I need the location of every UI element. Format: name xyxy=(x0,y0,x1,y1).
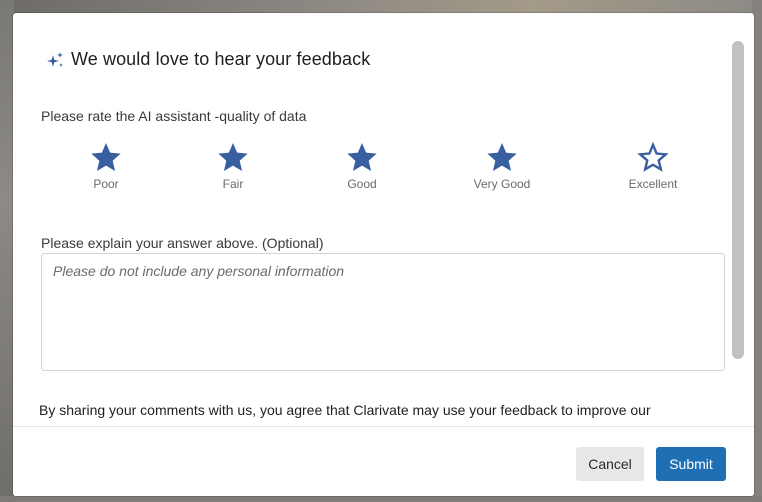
submit-button[interactable]: Submit xyxy=(656,447,726,481)
rating-label: Please rate the AI assistant -quality of… xyxy=(41,108,307,124)
star-option-excellent[interactable]: Excellent xyxy=(603,141,703,191)
cancel-button[interactable]: Cancel xyxy=(576,447,644,481)
star-filled-icon xyxy=(216,141,250,173)
backdrop-left xyxy=(0,0,14,502)
scrollbar[interactable] xyxy=(732,41,744,359)
backdrop-bottom xyxy=(0,496,762,502)
consent-text: By sharing your comments with us, you ag… xyxy=(39,402,651,418)
dialog-body: We would love to hear your feedback Plea… xyxy=(13,13,754,426)
star-label: Very Good xyxy=(473,177,531,191)
star-filled-icon xyxy=(485,141,519,173)
backdrop-top xyxy=(0,0,762,14)
dialog-footer: Cancel Submit xyxy=(13,426,754,496)
scrollbar-thumb[interactable] xyxy=(732,41,744,359)
star-label: Poor xyxy=(93,177,119,191)
star-option-good[interactable]: Good xyxy=(312,141,412,191)
star-filled-icon xyxy=(89,141,123,173)
star-outline-icon xyxy=(636,141,670,173)
explain-label: Please explain your answer above. (Optio… xyxy=(41,235,324,251)
star-option-very-good[interactable]: Very Good xyxy=(452,141,552,191)
star-filled-icon xyxy=(345,141,379,173)
star-option-poor[interactable]: Poor xyxy=(56,141,156,191)
feedback-textarea[interactable] xyxy=(41,253,725,371)
star-label: Fair xyxy=(222,177,244,191)
star-option-fair[interactable]: Fair xyxy=(183,141,283,191)
dialog-title: We would love to hear your feedback xyxy=(45,49,370,70)
star-label: Good xyxy=(347,177,377,191)
feedback-dialog: We would love to hear your feedback Plea… xyxy=(13,13,754,496)
star-rating: Poor Fair Good Very Good Excellent xyxy=(41,141,721,201)
sparkle-icon xyxy=(45,50,65,70)
star-label: Excellent xyxy=(628,177,678,191)
dialog-title-text: We would love to hear your feedback xyxy=(71,49,371,69)
